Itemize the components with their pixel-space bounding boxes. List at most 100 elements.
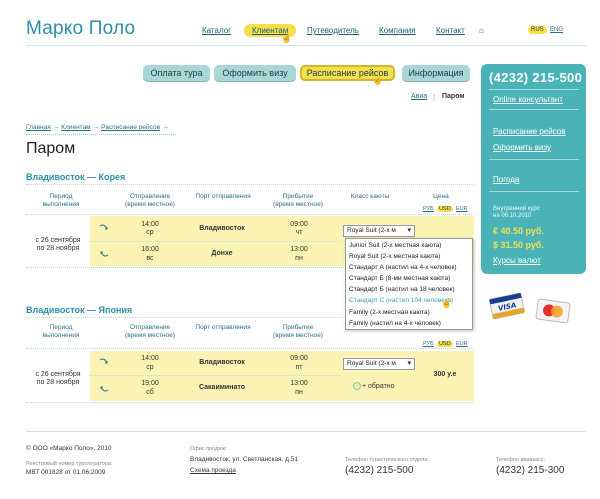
cabin-dropdown-list[interactable]: Junior Suit (2-х местная каюта) Royal Su… — [345, 238, 473, 330]
cabin-option-hovered[interactable]: Стандарт С (настил 104 человека) — [349, 297, 453, 304]
col-port-2: Порт отправления — [195, 324, 251, 331]
lang-eng[interactable]: ENG — [550, 27, 563, 33]
pointer-cursor-icon-3: ☝ — [441, 298, 453, 308]
footer-map-link[interactable]: Схема проезда — [190, 467, 236, 474]
cabin-option[interactable]: Family (2-х местная каюта) — [349, 309, 430, 316]
cabin-option[interactable]: Стандарт Б (настил на 18 человек) — [349, 286, 455, 293]
japan-depart-day-1: ср — [146, 364, 154, 371]
footer-avia-phone: (4232) 215-300 — [496, 465, 565, 476]
footer-tour-phone: (4232) 215-500 — [345, 465, 414, 476]
japan-arrive-day-1: пт — [295, 364, 303, 371]
section-divider-2 — [26, 317, 344, 318]
tab-visa[interactable]: Оформить визу — [214, 65, 296, 81]
breadcrumb-divider — [26, 134, 176, 135]
nav-company[interactable]: Компания — [379, 26, 416, 35]
col-arrive: Прибытие (время местное) — [273, 193, 323, 208]
tab-tour-payment[interactable]: Оплата тура — [143, 65, 210, 81]
page-title: Паром — [26, 140, 76, 157]
japan-cabin-select[interactable]: Royal Suit (2-х м — [343, 358, 415, 370]
footer-tour-label: Телефон туристического отдела: — [345, 457, 429, 463]
japan-depart-time-1: 14:00 — [141, 355, 159, 362]
home-icon[interactable]: ⌂ — [479, 26, 484, 35]
panel-divider — [489, 109, 579, 110]
return-label: + обратно — [362, 383, 395, 390]
nav-contact[interactable]: Контакт — [436, 26, 465, 35]
panel-phone: (4232) 215-500 — [489, 70, 583, 85]
footer-office-addr: Владивосток, ул. Светланская, д.51 — [190, 456, 299, 463]
tab-info[interactable]: Информация — [402, 65, 470, 81]
cabin-option[interactable]: Junior Suit (2-х местная каюта) — [349, 242, 441, 249]
japan-depart-day-2: сб — [146, 389, 154, 396]
rate-usd: $ 31.50 руб. — [493, 240, 544, 250]
panel-divider — [489, 191, 579, 192]
cabin-option[interactable]: Стандарт А (настил на 4-х человек) — [349, 264, 457, 271]
col-class: Класс каюты — [350, 193, 390, 200]
subnav-avia[interactable]: Авиа — [411, 93, 427, 100]
japan-price: 300 у.е — [433, 371, 457, 378]
footer-avia-label: Телефон авиакасс: — [496, 457, 546, 463]
korea-depart-day-1: ср — [146, 229, 154, 236]
footer-divider — [26, 431, 586, 432]
subnav-ferry: Паром — [442, 93, 465, 100]
footer-copyright: © ООО «Марко Поло», 2010 — [26, 445, 112, 452]
online-consultant-link[interactable]: Online консультант — [493, 95, 563, 104]
section-divider — [26, 184, 474, 185]
site-logo[interactable]: Марко Поло — [26, 18, 135, 40]
col-price: Цена — [433, 193, 449, 200]
currency-usd-2[interactable]: USD — [437, 341, 453, 347]
korea-period: с 26 сентября по 28 ноября — [35, 237, 81, 252]
currency-eur-2[interactable]: EUR — [456, 341, 468, 347]
currency-rates-link[interactable]: Курсы валют — [493, 256, 541, 265]
section-korea-title: Владивосток — Корея — [26, 172, 126, 182]
rate-eur: € 40.50 руб. — [493, 226, 544, 236]
breadcrumb-clients[interactable]: Клиентам — [61, 124, 90, 131]
row-divider-bottom — [26, 267, 346, 268]
header-row-divider — [26, 214, 474, 215]
breadcrumb-schedule[interactable]: Расписание рейсов — [101, 124, 160, 131]
panel-link-weather[interactable]: Погода — [493, 175, 519, 184]
panel-link-visa[interactable]: Оформить визу — [493, 143, 551, 152]
return-arrow-icon — [100, 251, 109, 257]
korea-depart-time-2: 16:00 — [141, 246, 159, 253]
japan-port-1: Владивосток — [199, 359, 245, 366]
currency-eur[interactable]: EUR — [456, 206, 468, 212]
korea-arrive-time-2: 13:00 — [290, 246, 308, 253]
return-radio[interactable] — [353, 382, 361, 390]
currency-rub-2[interactable]: РУБ — [423, 341, 434, 347]
cabin-option[interactable]: Family (настил на 4-х человек) — [349, 320, 441, 327]
korea-arrive-day-1: чт — [295, 229, 303, 236]
korea-cabin-select[interactable]: Royal Suit (2-х м — [343, 225, 415, 237]
cabin-option[interactable]: Стандарт Б (8-ми местная каюта) — [349, 275, 450, 282]
japan-port-2: Сакаиминато — [199, 384, 245, 391]
panel-divider — [489, 89, 579, 90]
footer-office-label: Офис продаж: — [190, 446, 227, 452]
cabin-option[interactable]: Royal Suit (2-х местная каюта) — [349, 253, 440, 260]
korea-depart-time-1: 14:00 — [141, 221, 159, 228]
header-divider — [26, 45, 586, 46]
mastercard-icon — [535, 298, 571, 324]
col-depart: Отправление (время местное) — [125, 193, 175, 208]
footer-reg-no: МВТ 001828 от 01.06.2009 — [26, 469, 106, 476]
nav-catalog[interactable]: Каталог — [202, 26, 231, 35]
korea-port-2: Донхе — [211, 250, 233, 257]
breadcrumb-home[interactable]: Главная — [26, 124, 51, 131]
korea-depart-day-2: вс — [146, 255, 154, 262]
korea-arrive-time-1: 09:00 — [290, 221, 308, 228]
panel-link-schedule[interactable]: Расписание рейсов — [493, 127, 565, 136]
col-period-2: Период выполнения — [42, 324, 80, 339]
nav-guide[interactable]: Путеводитель — [307, 26, 359, 35]
col-depart-2: Отправление (время местное) — [125, 324, 175, 339]
japan-depart-time-2: 19:00 — [141, 380, 159, 387]
panel-divider — [489, 159, 579, 160]
currency-usd[interactable]: USD — [437, 206, 453, 212]
header-row-divider-2 — [26, 348, 474, 349]
col-arrive-2: Прибытие (время местное) — [273, 324, 323, 339]
lang-rus[interactable]: RUS — [528, 26, 547, 34]
japan-period: с 26 сентября по 28 ноября — [35, 371, 81, 386]
outbound-arrow-icon-2 — [99, 358, 108, 364]
subnav-separator: | — [433, 93, 436, 102]
section-japan-title: Владивосток — Япония — [26, 305, 133, 315]
currency-rub[interactable]: РУБ — [423, 206, 434, 212]
contact-panel: (4232) 215-500 Online консультант Распис… — [481, 64, 586, 274]
breadcrumb: Главная → Клиентам → Расписание рейсов → — [26, 124, 169, 131]
